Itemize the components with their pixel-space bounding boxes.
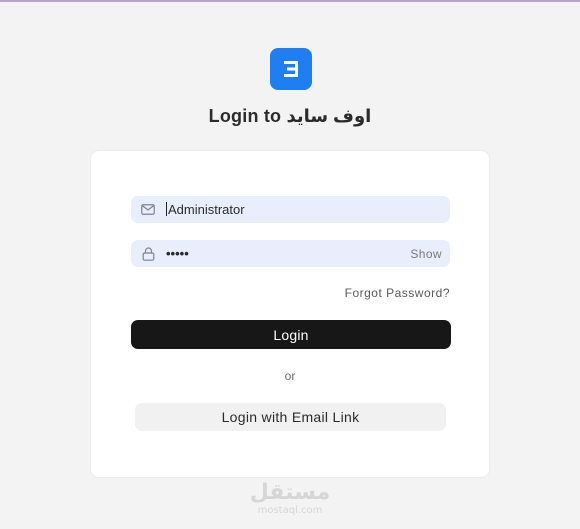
or-separator: or xyxy=(284,369,296,383)
lock-icon xyxy=(141,246,155,261)
watermark-sub-text: mostaql.com xyxy=(257,505,323,516)
login-card: Administrator ••••• Show Forgot Password… xyxy=(91,151,489,477)
app-logo-icon xyxy=(270,48,312,90)
mostaql-watermark: مستقل mostaql.com xyxy=(240,480,340,516)
login-with-email-link-button[interactable]: Login with Email Link xyxy=(135,403,446,431)
show-password-toggle[interactable]: Show xyxy=(410,247,442,261)
forgot-password-link[interactable]: Forgot Password? xyxy=(345,286,450,300)
password-field[interactable]: ••••• Show xyxy=(131,240,450,267)
page-title: Login to اوف سايد xyxy=(208,106,372,126)
watermark-main-text: مستقل xyxy=(249,480,331,505)
email-value: Administrator xyxy=(166,202,450,217)
text-caret xyxy=(166,202,167,216)
password-masked-value: ••••• xyxy=(166,246,189,261)
top-accent-bar xyxy=(0,0,580,2)
login-button[interactable]: Login xyxy=(131,320,451,349)
mail-icon xyxy=(141,203,155,217)
email-field[interactable]: Administrator xyxy=(131,196,450,223)
email-value-text: Administrator xyxy=(168,202,245,217)
